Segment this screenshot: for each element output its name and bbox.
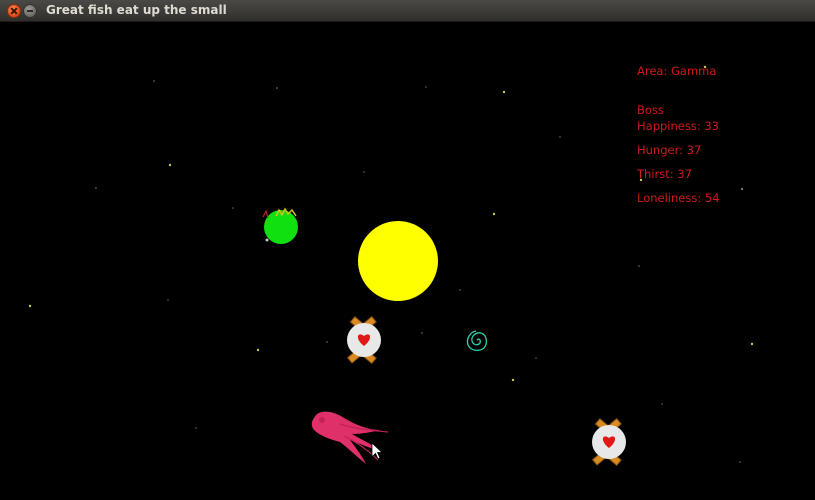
boss-label: Boss xyxy=(637,103,664,117)
star xyxy=(502,90,506,94)
star xyxy=(153,80,155,82)
star xyxy=(741,188,743,190)
star xyxy=(326,341,328,343)
mouse-cursor-icon xyxy=(371,442,384,460)
star xyxy=(459,289,461,291)
star xyxy=(492,212,496,216)
star xyxy=(739,461,741,463)
loneliness-stat: Loneliness: 54 xyxy=(637,191,720,205)
star xyxy=(195,427,197,429)
close-icon[interactable] xyxy=(7,4,21,18)
star xyxy=(276,87,278,89)
sun[interactable] xyxy=(358,221,438,301)
title-bar: Great fish eat up the small xyxy=(0,0,815,22)
game-window: Great fish eat up the small Area: Gamma … xyxy=(0,0,815,500)
star xyxy=(421,332,423,334)
star xyxy=(661,403,663,405)
star xyxy=(638,265,640,267)
hunger-stat: Hunger: 37 xyxy=(637,143,702,157)
star xyxy=(95,187,97,189)
star xyxy=(363,171,365,173)
space-scene xyxy=(28,65,754,467)
game-canvas[interactable]: Area: Gamma Boss Happiness: 33 Hunger: 3… xyxy=(0,22,815,500)
spiral-portal[interactable] xyxy=(466,330,488,352)
space-station[interactable] xyxy=(591,417,626,467)
star xyxy=(425,86,427,88)
star xyxy=(535,357,537,359)
star xyxy=(168,163,172,167)
space-station[interactable] xyxy=(346,315,381,365)
happiness-stat: Happiness: 33 xyxy=(637,119,719,133)
star xyxy=(511,378,515,382)
star xyxy=(750,342,754,346)
minimize-icon[interactable] xyxy=(23,4,37,18)
star xyxy=(167,299,169,301)
green-planet[interactable] xyxy=(262,207,298,244)
star xyxy=(28,304,32,308)
star xyxy=(232,207,234,209)
thirst-stat: Thirst: 37 xyxy=(637,167,692,181)
star xyxy=(256,348,260,352)
star xyxy=(559,136,561,138)
window-title: Great fish eat up the small xyxy=(46,3,227,17)
area-label: Area: Gamma xyxy=(637,64,717,78)
